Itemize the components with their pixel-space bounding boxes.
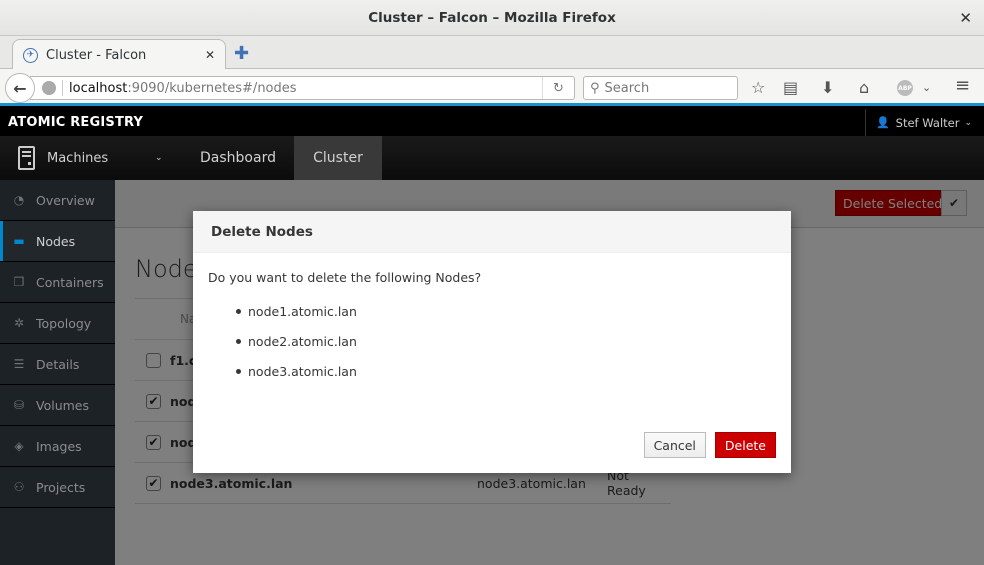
reading-list-icon[interactable]: ▤	[783, 78, 798, 97]
favicon-icon: ✈	[23, 47, 38, 63]
nav-tab-cluster[interactable]: Cluster	[294, 136, 382, 180]
list-icon: ☰	[13, 357, 25, 371]
list-item: node3.atomic.lan	[248, 356, 776, 386]
sidebar-item-label: Volumes	[36, 397, 90, 413]
server-icon	[18, 146, 35, 170]
chevron-down-icon[interactable]: ⌄	[922, 81, 931, 94]
download-icon[interactable]: ⬇	[821, 78, 834, 97]
app-header: ATOMIC REGISTRY 👤 Stef Walter ⌄	[0, 109, 984, 136]
window-titlebar: Cluster – Falcon – Mozilla Firefox ✕	[0, 0, 984, 36]
sidebar-item-label: Nodes	[36, 233, 76, 249]
cubes-icon: ❒	[13, 275, 25, 289]
delete-button[interactable]: Delete	[714, 432, 776, 458]
sidebar-item-images[interactable]: ◈ Images	[0, 426, 115, 467]
layers-icon: ◈	[14, 439, 24, 453]
chevron-down-icon: ⌄	[155, 153, 163, 163]
topology-icon: ✲	[13, 316, 25, 330]
sidebar-item-label: Overview	[36, 192, 95, 208]
reload-icon[interactable]: ↻	[542, 77, 574, 99]
user-name: Stef Walter	[895, 115, 960, 130]
user-menu[interactable]: 👤 Stef Walter ⌄	[864, 109, 984, 136]
dashboard-icon: ◔	[13, 193, 25, 207]
list-item: node1.atomic.lan	[248, 296, 776, 326]
sidebar-item-nodes[interactable]: ▬ Nodes	[0, 221, 115, 262]
url-path: :9090/kubernetes#/nodes	[127, 80, 297, 96]
dialog-question: Do you want to delete the following Node…	[208, 270, 482, 285]
tab-close-icon[interactable]: ✕	[205, 48, 215, 62]
browser-tab[interactable]: ✈ Cluster - Falcon ✕	[12, 39, 226, 70]
new-tab-icon[interactable]: ✚	[234, 43, 249, 64]
dialog-footer: Cancel Delete	[643, 432, 776, 458]
sidebar-item-label: Containers	[36, 274, 104, 290]
dialog-title: Delete Nodes	[193, 211, 791, 253]
cancel-button[interactable]: Cancel	[643, 432, 706, 458]
nodes-to-delete-list: node1.atomic.lan node2.atomic.lan node3.…	[208, 296, 776, 386]
url-host: localhost	[69, 80, 128, 96]
menu-icon[interactable]: ≡	[955, 75, 970, 96]
delete-nodes-dialog: Delete Nodes Do you want to delete the f…	[193, 211, 791, 473]
chevron-down-icon: ⌄	[964, 117, 972, 128]
tab-label: Cluster - Falcon	[46, 47, 147, 63]
app-nav: Machines ⌄ Dashboard Cluster	[0, 136, 984, 180]
arrow-left-icon: ←	[13, 78, 27, 98]
sidebar-item-label: Images	[36, 438, 82, 454]
window-title: Cluster – Falcon – Mozilla Firefox	[368, 9, 616, 26]
bookmark-star-icon[interactable]: ☆	[751, 78, 765, 97]
sidebar-item-volumes[interactable]: ⛁ Volumes	[0, 385, 115, 426]
close-icon[interactable]: ✕	[959, 9, 972, 27]
server-icon: ▬	[13, 234, 25, 248]
database-icon: ⛁	[13, 398, 25, 412]
dialog-body: Do you want to delete the following Node…	[193, 253, 791, 386]
search-box[interactable]: ⚲	[583, 76, 738, 100]
search-input[interactable]	[604, 80, 725, 96]
user-icon: 👤	[875, 116, 890, 129]
url-separator	[62, 80, 63, 96]
machines-dropdown[interactable]: Machines ⌄	[0, 136, 182, 180]
machines-label: Machines	[47, 150, 109, 166]
globe-icon	[42, 81, 56, 95]
sidebar-item-projects[interactable]: ⚇ Projects	[0, 467, 115, 508]
sidebar-item-label: Topology	[36, 315, 92, 331]
sidebar: ◔ Overview ▬ Nodes ❒ Containers ✲ Topolo…	[0, 180, 115, 565]
adblock-icon[interactable]: ABP	[897, 80, 913, 96]
sidebar-item-overview[interactable]: ◔ Overview	[0, 180, 115, 221]
nav-tab-dashboard[interactable]: Dashboard	[182, 136, 294, 180]
sidebar-item-topology[interactable]: ✲ Topology	[0, 303, 115, 344]
sidebar-item-label: Details	[36, 356, 80, 372]
tab-bar: ✈ Cluster - Falcon ✕	[0, 36, 984, 70]
url-bar[interactable]: localhost :9090/kubernetes#/nodes ↻	[30, 76, 575, 100]
sidebar-item-containers[interactable]: ❒ Containers	[0, 262, 115, 303]
back-button[interactable]: ←	[5, 73, 35, 103]
users-icon: ⚇	[13, 480, 25, 494]
sidebar-item-label: Projects	[36, 479, 86, 495]
brand-logo: ATOMIC REGISTRY	[8, 115, 144, 130]
sidebar-item-details[interactable]: ☰ Details	[0, 344, 115, 385]
navigation-bar: localhost :9090/kubernetes#/nodes ↻ ← ⚲ …	[0, 69, 984, 106]
home-icon[interactable]: ⌂	[859, 78, 869, 97]
search-icon: ⚲	[590, 80, 600, 96]
list-item: node2.atomic.lan	[248, 326, 776, 356]
